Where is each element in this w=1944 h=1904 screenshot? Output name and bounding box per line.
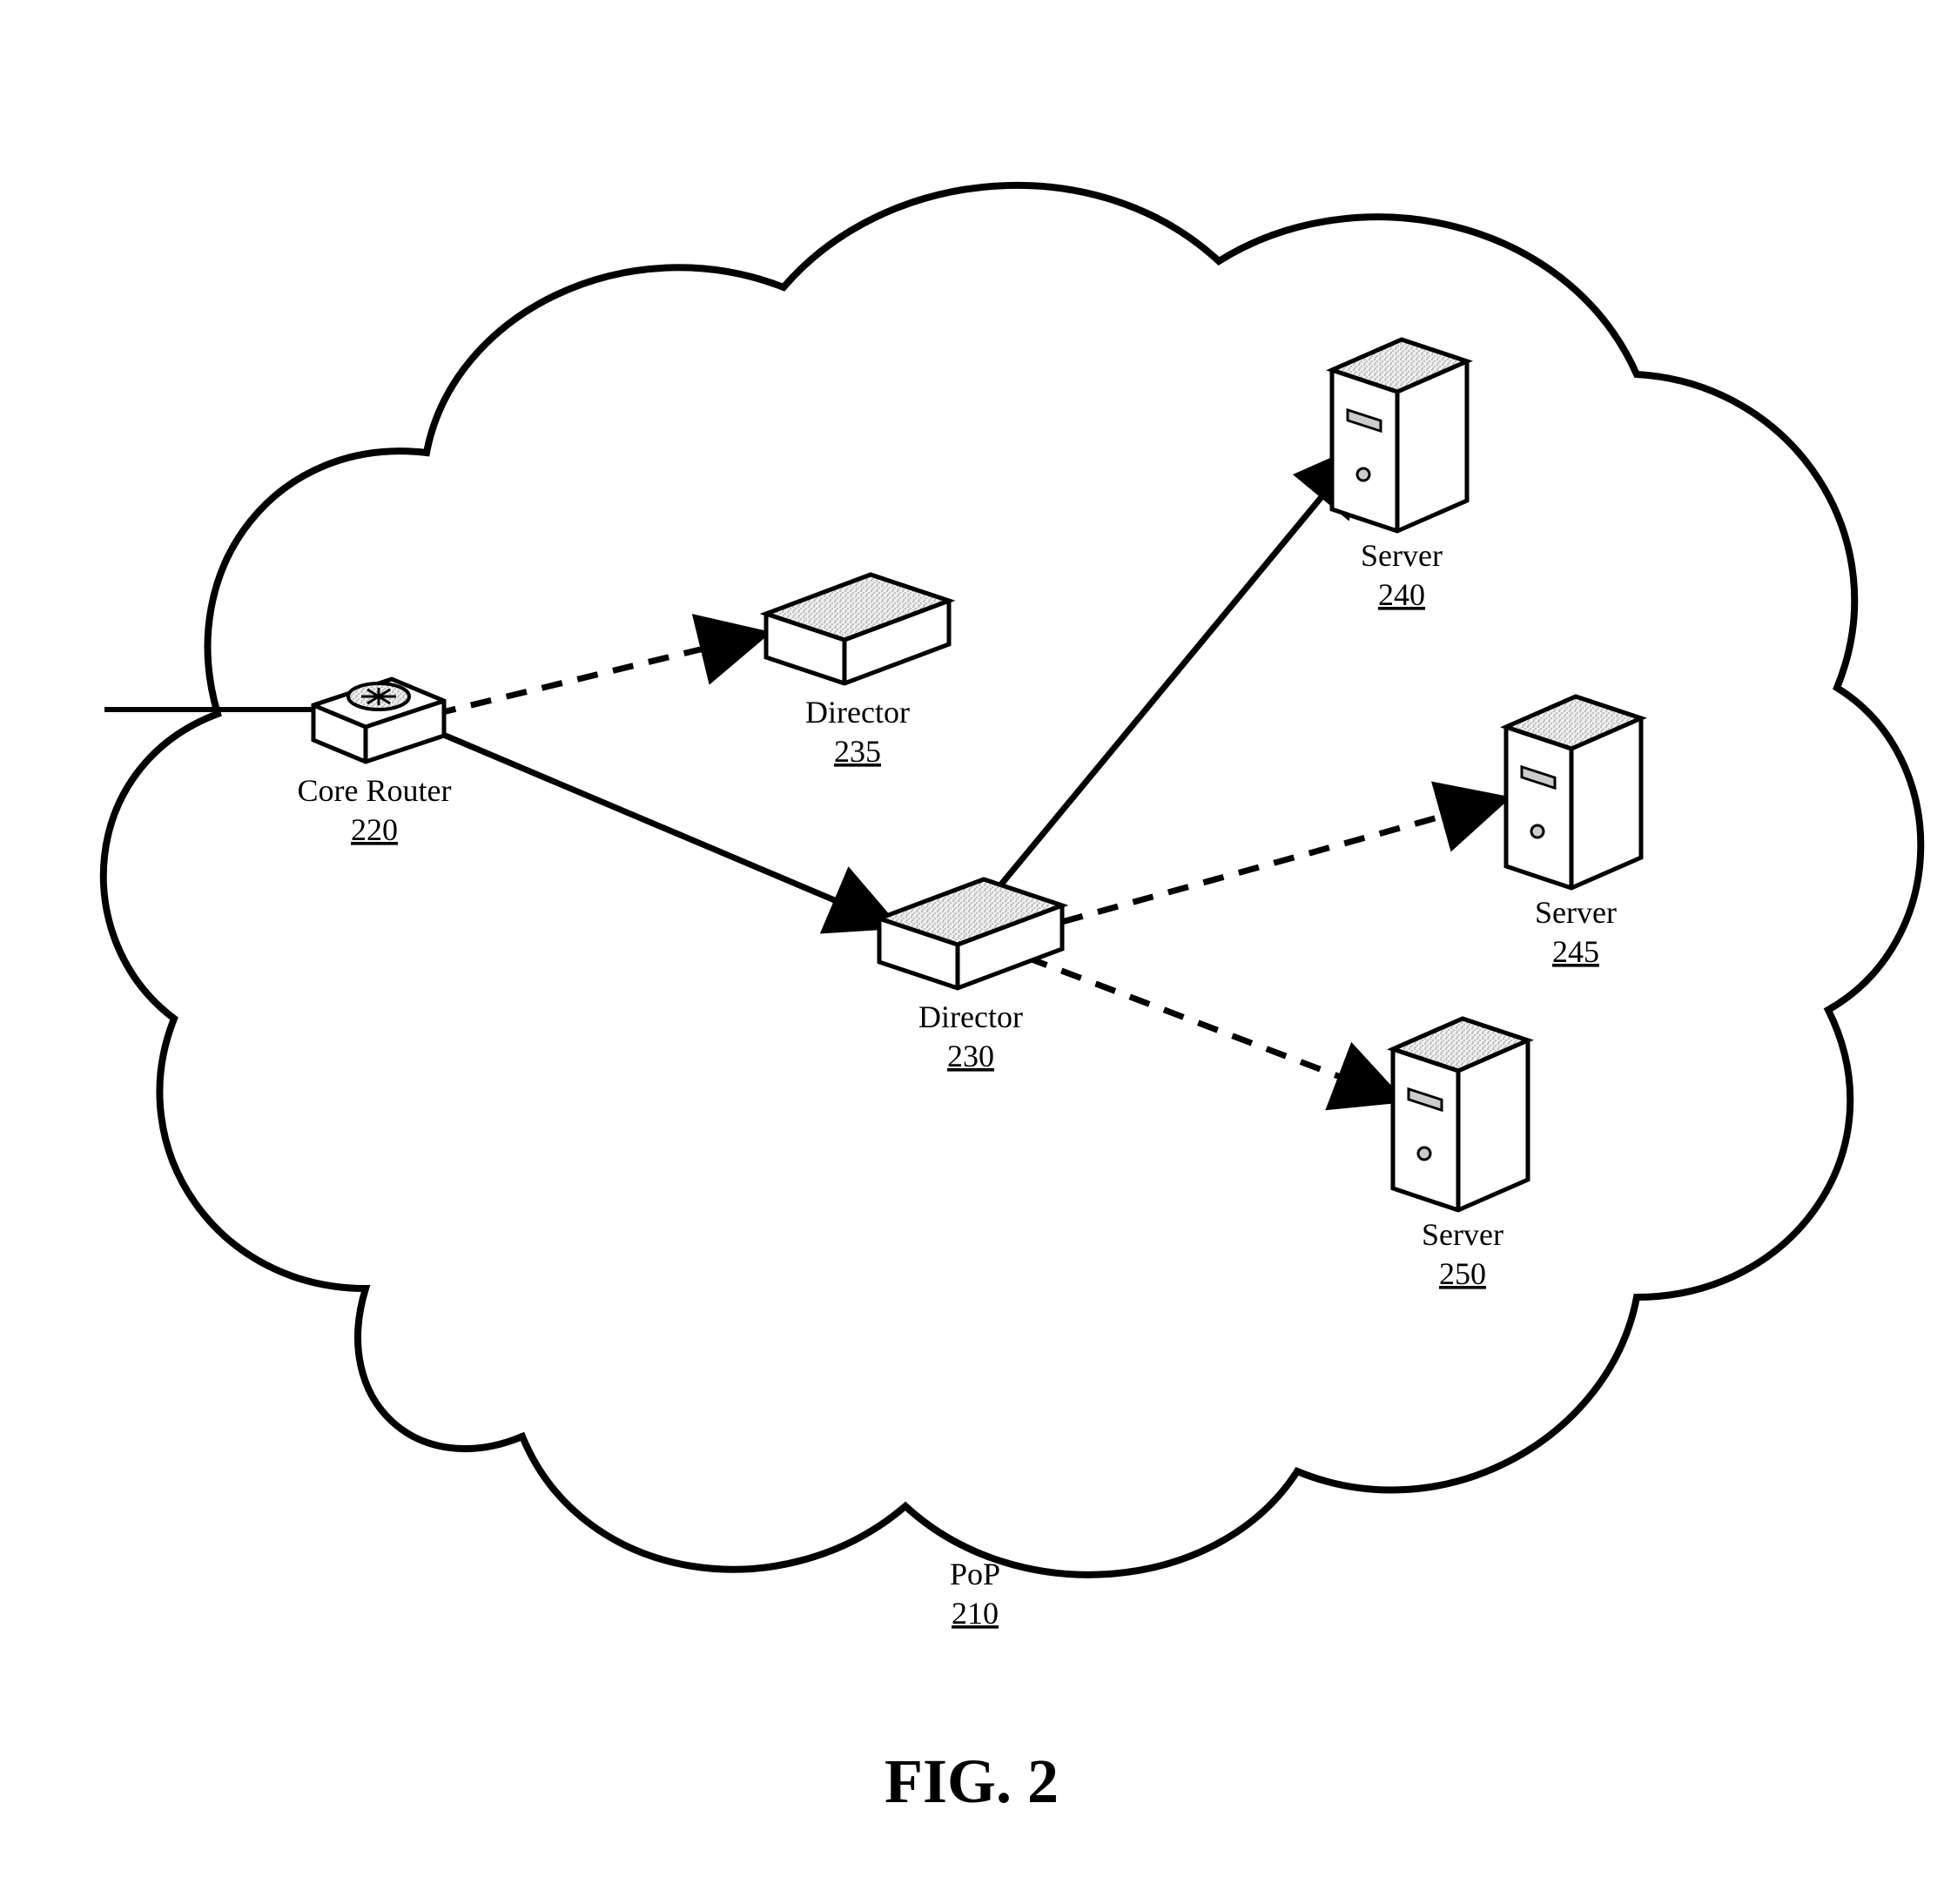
server-245-icon (1506, 696, 1641, 888)
diagram-canvas: Core Router 220 Director 235 Director 23… (0, 0, 1944, 1904)
server-250-ref: 250 (1439, 1256, 1486, 1291)
server-245-label: Server (1535, 895, 1617, 930)
director-235-label: Director (805, 695, 910, 730)
edge-director230-to-server250 (1027, 958, 1393, 1097)
edge-director230-to-server240 (984, 453, 1358, 905)
cloud-label: PoP (950, 1557, 1000, 1591)
core-router-label: Core Router (298, 773, 452, 808)
core-router-icon (313, 679, 444, 762)
server-250-icon (1393, 1019, 1528, 1210)
server-240-label: Server (1361, 538, 1443, 573)
cloud-ref: 210 (952, 1596, 999, 1631)
director-230-icon (879, 879, 1062, 988)
edge-director230-to-server245 (1027, 801, 1497, 932)
edge-router-to-director230 (435, 731, 888, 923)
cloud-outline (104, 185, 1920, 1575)
server-250-label: Server (1422, 1217, 1503, 1252)
figure-caption: FIG. 2 (885, 1746, 1059, 1816)
core-router-ref: 220 (351, 812, 398, 847)
director-230-label: Director (918, 999, 1023, 1034)
server-245-ref: 245 (1552, 934, 1599, 969)
server-240-icon (1332, 340, 1467, 531)
server-240-ref: 240 (1378, 577, 1425, 612)
director-235-icon (766, 575, 949, 683)
director-235-ref: 235 (834, 734, 881, 769)
director-230-ref: 230 (947, 1039, 994, 1073)
edge-router-to-director235 (435, 636, 757, 714)
